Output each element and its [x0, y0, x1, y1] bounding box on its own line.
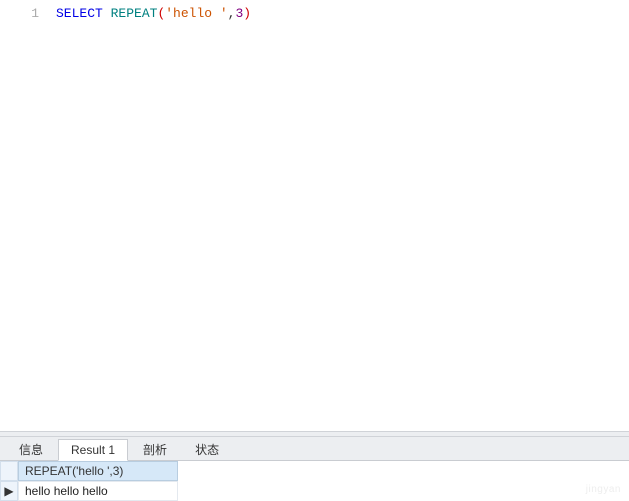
tab-info[interactable]: 信息 [6, 437, 56, 461]
tab-status[interactable]: 状态 [182, 437, 232, 461]
sql-editor-app: 1 SELECT REPEAT('hello ',3) 信息 Result 1 … [0, 0, 629, 501]
function-repeat: REPEAT [111, 6, 158, 21]
tab-result-1[interactable]: Result 1 [58, 439, 128, 461]
sql-code-area[interactable]: SELECT REPEAT('hello ',3) [48, 0, 629, 431]
tab-analyze[interactable]: 剖析 [130, 437, 180, 461]
cell-value[interactable]: hello hello hello [18, 481, 178, 501]
line-number-gutter: 1 [0, 0, 48, 431]
grid-header-row: REPEAT('hello ',3) [0, 461, 629, 481]
keyword-select: SELECT [56, 6, 103, 21]
result-grid: REPEAT('hello ',3) ▶ hello hello hello [0, 461, 629, 501]
string-literal: 'hello ' [165, 6, 227, 21]
editor-panel: 1 SELECT REPEAT('hello ',3) [0, 0, 629, 431]
close-paren: ) [243, 6, 251, 21]
table-row[interactable]: ▶ hello hello hello [0, 481, 629, 501]
grid-corner [0, 461, 18, 481]
row-indicator: ▶ [0, 481, 18, 501]
result-tabs: 信息 Result 1 剖析 状态 [0, 437, 629, 461]
line-number: 1 [0, 6, 39, 21]
column-header[interactable]: REPEAT('hello ',3) [18, 461, 178, 481]
